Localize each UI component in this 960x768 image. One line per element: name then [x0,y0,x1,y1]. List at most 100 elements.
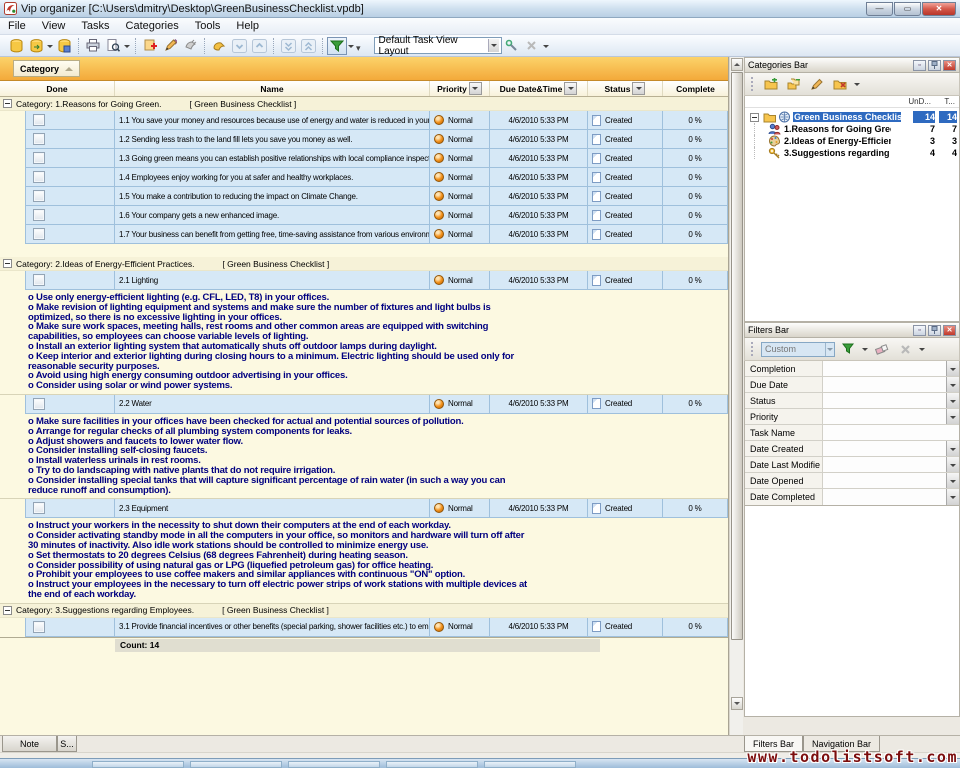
group-row[interactable]: Category: 3.Suggestions regarding Employ… [0,604,728,618]
filter-row[interactable]: Date Created [745,441,959,457]
menu-help[interactable]: Help [228,18,267,34]
filter-dropdown-icon[interactable] [946,361,959,376]
add-task-icon[interactable] [140,37,160,55]
layout-more-dropdown-icon[interactable] [543,45,549,51]
collapse-icon[interactable] [3,606,12,615]
panel-close-icon[interactable]: ✕ [943,325,956,336]
task-row[interactable]: 1.3 Going green means you can establish … [25,149,728,168]
print-preview-icon[interactable] [103,37,123,55]
tab-subtasks[interactable]: S... [57,736,77,752]
filter-preset-dropdown-icon[interactable] [825,343,834,356]
task-row[interactable]: 1.5 You make a contribution to reducing … [25,187,728,206]
group-row[interactable]: Category: 1.Reasons for Going Green. [ G… [0,97,728,111]
edit-task-icon[interactable] [160,37,180,55]
toggle-completed-icon[interactable] [209,37,229,55]
filter-value[interactable] [823,361,946,376]
filter-row[interactable]: Due Date [745,377,959,393]
filter-value[interactable] [823,377,946,392]
menu-tools[interactable]: Tools [187,18,229,34]
undone-column[interactable]: UnD... [908,97,931,106]
filter-value[interactable] [823,473,946,488]
scroll-up-icon[interactable] [731,58,743,71]
column-priority[interactable]: Priority [430,81,490,96]
done-checkbox[interactable] [33,114,45,126]
edit-category-icon[interactable] [807,75,827,93]
view-mode-dropdown-icon[interactable] [348,45,354,51]
taskbar-button[interactable] [92,761,184,768]
move-to-bottom-icon[interactable] [278,37,298,55]
tree-item-category[interactable]: 1.Reasons for Going Green. 7 7 [745,123,959,135]
done-checkbox[interactable] [33,209,45,221]
menu-categories[interactable]: Categories [118,18,187,34]
remove-filter-icon[interactable] [895,340,915,358]
task-row[interactable]: 2.2 WaterNormal4/6/2010 5:33 PMCreated0 … [25,395,728,414]
tree-item-category[interactable]: 3.Suggestions regarding Em 4 4 [745,147,959,159]
filter-value[interactable] [823,393,946,408]
new-database-icon[interactable] [6,37,26,55]
column-status[interactable]: Status [588,81,663,96]
add-subcategory-icon[interactable] [784,75,804,93]
filter-dropdown-icon[interactable] [946,473,959,488]
tree-collapse-icon[interactable] [750,113,759,122]
column-name[interactable]: Name [115,81,430,96]
maximize-button[interactable]: ▭ [894,2,921,16]
taskbar-button[interactable] [288,761,380,768]
customize-layout-icon[interactable] [502,37,522,55]
task-row[interactable]: 1.6 Your company gets a new enhanced ima… [25,206,728,225]
scroll-down-icon[interactable] [731,697,743,710]
delete-category-icon[interactable] [830,75,850,93]
collapse-icon[interactable] [3,259,12,268]
print-dropdown-icon[interactable] [124,45,130,51]
filter-row[interactable]: Task Name [745,425,959,441]
open-database-dropdown-icon[interactable] [47,45,53,51]
filter-row[interactable]: Date Opened [745,473,959,489]
done-checkbox[interactable] [33,133,45,145]
menu-file[interactable]: File [0,18,34,34]
tree-item-category[interactable]: 2.Ideas of Energy-Efficient F 3 3 [745,135,959,147]
apply-filter-dropdown-icon[interactable] [862,348,868,354]
move-to-top-icon[interactable] [298,37,318,55]
priority-filter-icon[interactable] [469,82,482,95]
filter-dropdown-icon[interactable] [946,377,959,392]
tree-column-headers[interactable]: UnD... T... [745,96,959,108]
tab-note[interactable]: Note [2,736,57,752]
filter-value[interactable] [823,489,946,505]
done-checkbox[interactable] [33,228,45,240]
column-complete[interactable]: Complete [663,81,728,96]
layout-combo-dropdown-icon[interactable] [488,39,499,52]
filter-dropdown-icon[interactable] [946,489,959,505]
group-by-chip[interactable]: Category [13,60,80,77]
taskbar-button[interactable] [386,761,478,768]
clear-filter-icon[interactable] [872,340,892,358]
filter-value[interactable] [823,409,946,424]
task-row[interactable]: 1.4 Employees enjoy working for you at s… [25,168,728,187]
scrollbar-thumb[interactable] [731,72,743,640]
layout-combo[interactable]: Default Task View Layout [374,37,502,54]
minimize-button[interactable]: — [866,2,893,16]
taskbar-button[interactable] [190,761,282,768]
panel-close-icon[interactable]: ✕ [943,60,956,71]
done-checkbox[interactable] [33,502,45,514]
panel-restore-icon[interactable]: ▫ [913,325,926,336]
panel-restore-icon[interactable]: ▫ [913,60,926,71]
task-row[interactable]: 1.2 Sending less trash to the land fill … [25,130,728,149]
menu-view[interactable]: View [34,18,74,34]
filter-value-input[interactable] [823,425,959,440]
open-database-icon[interactable] [26,37,46,55]
panel-pin-icon[interactable] [928,325,941,336]
panel-pin-icon[interactable] [928,60,941,71]
taskbar-button[interactable] [484,761,576,768]
menu-tasks[interactable]: Tasks [73,18,117,34]
filter-dropdown-icon[interactable] [946,441,959,456]
done-checkbox[interactable] [33,152,45,164]
delete-task-icon[interactable] [180,37,200,55]
move-up-icon[interactable] [249,37,269,55]
group-row[interactable]: Category: 2.Ideas of Energy-Efficient Pr… [0,257,728,271]
done-checkbox[interactable] [33,274,45,286]
filter-row[interactable]: Priority [745,409,959,425]
filters-more-dropdown-icon[interactable] [919,348,925,354]
filter-preset-combo[interactable]: Custom [761,342,835,357]
filter-row[interactable]: Completion [745,361,959,377]
tree-item-root[interactable]: Green Business Checklist 14 14 [745,111,959,123]
filter-row[interactable]: Status [745,393,959,409]
